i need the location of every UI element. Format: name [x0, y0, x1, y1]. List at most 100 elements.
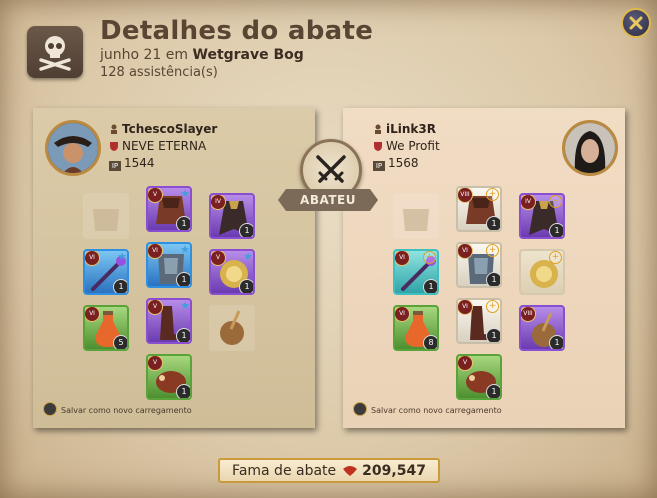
- quantity-badge: 1: [486, 328, 500, 342]
- quantity-badge: 5: [113, 335, 127, 349]
- victim-guild-row: We Profit: [373, 139, 440, 153]
- killer-name[interactable]: TchescoSlayer: [122, 122, 217, 136]
- quantity-badge: 1: [176, 272, 190, 286]
- tier-badge: VI: [395, 307, 410, 322]
- victim-name-row: iLink3R: [373, 122, 436, 136]
- victim-avatar: [562, 120, 618, 176]
- plus-icon: +: [549, 195, 562, 208]
- quantity-badge: 1: [549, 335, 563, 349]
- bag-item-icon: [93, 209, 119, 231]
- assists-count: 128: [100, 65, 125, 80]
- victim-slot-off-hand[interactable]: +: [519, 249, 565, 295]
- quantity-badge: 1: [239, 279, 253, 293]
- killer-slot-armor[interactable]: VI 1 ★: [146, 242, 192, 288]
- skull-crossbones-icon: [27, 26, 83, 78]
- close-icon: [629, 16, 643, 30]
- assists-line: 128 assistência(s): [100, 65, 218, 80]
- quantity-badge: 1: [239, 223, 253, 237]
- assists-label: assistência(s): [128, 65, 218, 80]
- killer-slot-off-hand[interactable]: V 1 ★: [209, 249, 255, 295]
- save-loadout-label: Salvar como novo carregamento: [61, 406, 192, 415]
- killer-slot-shoes[interactable]: V 1 ★: [146, 298, 192, 344]
- tier-badge: VI: [85, 251, 100, 266]
- kill-date: junho 21 em: [100, 47, 189, 63]
- tier-badge: IV: [521, 195, 536, 210]
- star-icon: ★: [117, 250, 127, 263]
- close-button[interactable]: [621, 8, 651, 38]
- kill-fame-value: 209,547: [362, 462, 426, 479]
- killer-slot-cape[interactable]: IV 1: [209, 193, 255, 239]
- save-loadout-label: Salvar como novo carregamento: [371, 406, 502, 415]
- quantity-badge: 1: [486, 384, 500, 398]
- plus-icon: +: [423, 251, 436, 264]
- plus-icon: +: [486, 244, 499, 257]
- tier-badge: V: [148, 356, 163, 371]
- victim-slot-mount[interactable]: V1: [456, 354, 502, 400]
- food-item-icon: [220, 310, 244, 345]
- plus-icon: +: [486, 300, 499, 313]
- quantity-badge: 1: [176, 384, 190, 398]
- tier-badge: IV: [211, 195, 226, 210]
- quantity-badge: 1: [176, 216, 190, 230]
- victim-ip-row: IP 1568: [373, 156, 419, 171]
- victim-slot-potion[interactable]: VI 8: [393, 305, 439, 351]
- killer-guild[interactable]: NEVE ETERNA: [122, 139, 206, 153]
- tier-badge: VIII: [458, 188, 473, 203]
- tier-badge: VI: [395, 251, 410, 266]
- victim-slot-armor[interactable]: VI 1 +: [456, 242, 502, 288]
- killer-slot-food[interactable]: [209, 305, 255, 351]
- victim-name[interactable]: iLink3R: [386, 122, 436, 136]
- plus-icon: +: [486, 188, 499, 201]
- star-icon: ★: [243, 250, 253, 263]
- victim-slot-bag[interactable]: [393, 193, 439, 239]
- tier-badge: VI: [458, 300, 473, 315]
- star-icon: ★: [180, 299, 190, 312]
- killer-slot-potion[interactable]: VI 5: [83, 305, 129, 351]
- player-icon: [375, 124, 381, 134]
- tier-badge: V: [211, 251, 226, 266]
- quantity-badge: 1: [113, 279, 127, 293]
- victim-ip: 1568: [388, 156, 419, 170]
- victim-panel: iLink3R We Profit IP 1568 VIII 1 + IV 1 + VI 1 + V…: [343, 108, 625, 428]
- quantity-badge: 1: [176, 328, 190, 342]
- victim-slot-food[interactable]: VIII 1: [519, 305, 565, 351]
- guild-shield-icon: [110, 142, 118, 151]
- victim-guild[interactable]: We Profit: [386, 139, 440, 153]
- quantity-badge: 1: [486, 216, 500, 230]
- star-icon: ★: [180, 187, 190, 200]
- killer-slot-bag[interactable]: [83, 193, 129, 239]
- killer-avatar: [45, 120, 101, 176]
- page-title: Detalhes do abate: [100, 16, 374, 46]
- save-loadout-icon: [353, 402, 367, 416]
- tier-badge: V: [148, 188, 163, 203]
- kill-date-location: junho 21 em Wetgrave Bog: [100, 47, 304, 63]
- kill-location: Wetgrave Bog: [192, 47, 304, 63]
- ip-icon: IP: [373, 161, 385, 171]
- star-icon: ★: [180, 243, 190, 256]
- guild-shield-icon: [374, 142, 382, 151]
- killer-slot-main-hand[interactable]: VI 1 ★: [83, 249, 129, 295]
- killer-guild-row: NEVE ETERNA: [109, 139, 206, 153]
- victim-slot-cape[interactable]: IV 1 +: [519, 193, 565, 239]
- killer-slot-mount[interactable]: V1: [146, 354, 192, 400]
- blood-drop-icon: [343, 465, 358, 476]
- victim-slot-head[interactable]: VIII 1 +: [456, 186, 502, 232]
- kill-fame-bar: Fama de abate 209,547: [218, 458, 440, 483]
- quantity-badge: 1: [549, 223, 563, 237]
- player-icon: [111, 124, 117, 134]
- kill-details-window: Detalhes do abate junho 21 em Wetgrave B…: [0, 0, 657, 498]
- tier-badge: VI: [148, 244, 163, 259]
- killer-name-row: TchescoSlayer: [109, 122, 217, 136]
- killed-banner: ABATEU: [278, 189, 378, 211]
- victim-save-loadout[interactable]: Salvar como novo carregamento: [353, 402, 502, 416]
- victim-slot-main-hand[interactable]: VI 1 +: [393, 249, 439, 295]
- killer-panel: TchescoSlayer NEVE ETERNA IP 1544 V 1 ★ IV 1 V…: [33, 108, 315, 428]
- victim-slot-shoes[interactable]: VI 1 +: [456, 298, 502, 344]
- killer-save-loadout[interactable]: Salvar como novo carregamento: [43, 402, 192, 416]
- quantity-badge: 1: [423, 279, 437, 293]
- quantity-badge: 8: [423, 335, 437, 349]
- bag-item-icon: [403, 209, 429, 231]
- killer-slot-head[interactable]: V 1 ★: [146, 186, 192, 232]
- tier-badge: V: [148, 300, 163, 315]
- killer-ip: 1544: [124, 156, 155, 170]
